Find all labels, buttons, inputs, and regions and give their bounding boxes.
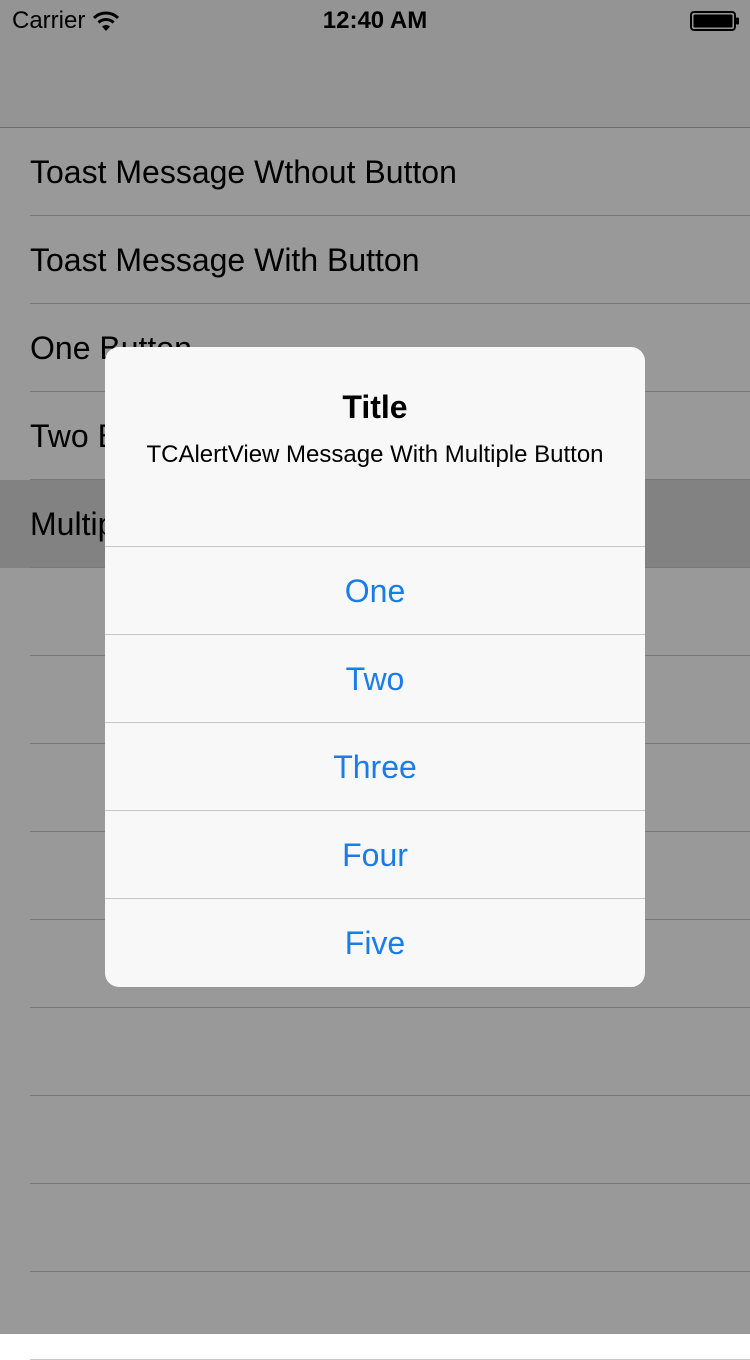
- alert-dialog: Title TCAlertView Message With Multiple …: [105, 347, 645, 987]
- alert-button-one[interactable]: One: [105, 547, 645, 635]
- alert-button-five[interactable]: Five: [105, 899, 645, 987]
- alert-title: Title: [342, 389, 408, 425]
- alert-message: TCAlertView Message With Multiple Button: [146, 441, 604, 468]
- alert-button-two[interactable]: Two: [105, 635, 645, 723]
- alert-header: Title TCAlertView Message With Multiple …: [105, 347, 645, 547]
- alert-button-four[interactable]: Four: [105, 811, 645, 899]
- alert-button-three[interactable]: Three: [105, 723, 645, 811]
